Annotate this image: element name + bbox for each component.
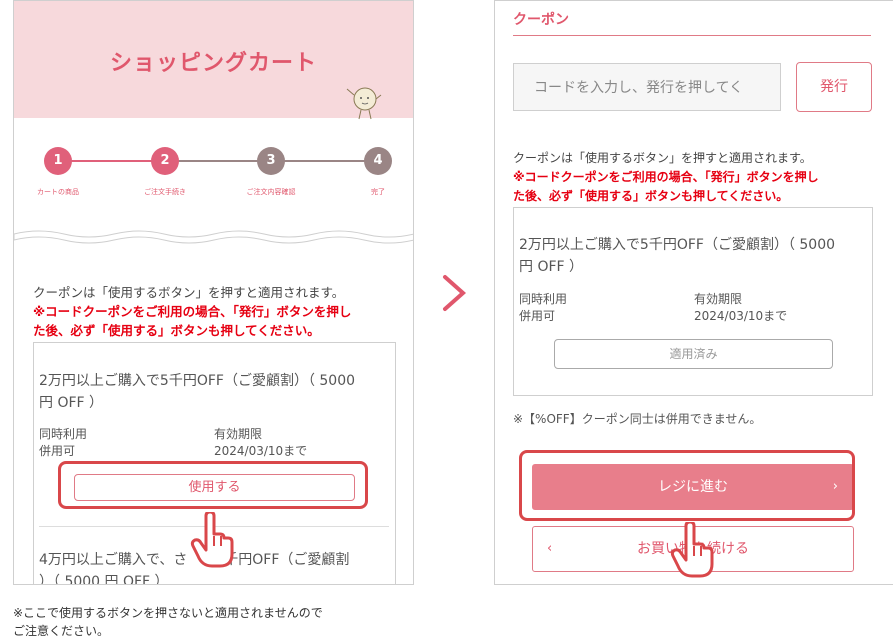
- coupon-title: 2万円以上ご購入で5千円OFF（ご愛顧割）（ 5000 円 OFF ）: [519, 234, 835, 278]
- instruction-text: クーポンは「使用するボタン」を押すと適用されます。: [33, 285, 345, 300]
- footnote-line1: ※ここで使用するボタンを押さないと適用されませんので: [13, 606, 323, 620]
- step-1: 1: [44, 147, 72, 175]
- coupon-title: 2万円以上ご購入で5千円OFF（ご愛顧割）（ 5000 円 OFF ）: [39, 370, 355, 414]
- combo-label: 同時利用: [519, 292, 568, 306]
- coupon-title-line1: 2万円以上ご購入で5千円OFF（ご愛顧割）（ 5000: [519, 237, 836, 253]
- checkout-button-highlight: [519, 450, 855, 521]
- coupon2-title-line2: ）（ 5000 円 OFF ）: [39, 574, 169, 585]
- expiry-info: 有効期限 2024/03/10まで: [694, 291, 787, 325]
- footnote: ※ここで使用するボタンを押さないと適用されませんので ご注意ください。: [13, 604, 323, 640]
- mascot-icon: [346, 87, 382, 120]
- combo-label: 同時利用: [39, 427, 88, 441]
- use-button-highlight: [58, 461, 368, 509]
- cart-header: ショッピングカート: [14, 1, 413, 120]
- warning-text-1: ※コードクーポンをご利用の場合、「発行」ボタンを押し: [513, 170, 819, 184]
- step-2: 2: [151, 147, 179, 175]
- warning-text-1: ※コードクーポンをご利用の場合、「発行」ボタンを押し: [33, 304, 352, 319]
- coupon-instructions: クーポンは「使用するボタン」を押すと適用されます。 ※コードクーポンをご利用の場…: [513, 149, 819, 206]
- combo-value: 併用可: [39, 444, 76, 458]
- chevron-left-icon: ‹: [547, 541, 553, 556]
- step-4: 4: [364, 147, 392, 175]
- warning-text-2: た後、必ず「使用する」ボタンも押してください。: [33, 323, 320, 338]
- step-3: 3: [257, 147, 285, 175]
- expiry-info: 有効期限 2024/03/10まで: [214, 426, 307, 460]
- step-2-label: ご注文手続き: [144, 188, 186, 196]
- footnote-line2: ご注意ください。: [13, 624, 110, 638]
- expiry-label: 有効期限: [694, 292, 743, 306]
- applied-button: 適用済み: [554, 339, 833, 369]
- coupon-card: 2万円以上ご購入で5千円OFF（ご愛顧割）（ 5000 円 OFF ） 同時利用…: [513, 207, 873, 396]
- chevron-right-icon: [443, 275, 467, 311]
- combo-info: 同時利用 併用可: [39, 426, 87, 460]
- page-title: ショッピングカート: [109, 51, 317, 76]
- coupon-section-title: クーポン: [513, 12, 569, 28]
- expiry-label: 有効期限: [214, 427, 263, 441]
- warning-text-2: た後、必ず「使用する」ボタンも押してください。: [513, 189, 789, 203]
- step-1-label: カートの商品: [37, 188, 79, 196]
- step-3-label: ご注文内容確認: [246, 188, 296, 196]
- coupon-instructions: クーポンは「使用するボタン」を押すと適用されます。 ※コードクーポンをご利用の場…: [33, 283, 351, 340]
- expiry-value: 2024/03/10まで: [694, 309, 788, 323]
- coupon-title-line2: 円 OFF ）: [519, 259, 584, 275]
- wavy-divider: [14, 230, 413, 244]
- section-divider: [513, 35, 871, 36]
- combo-notice: ※【%OFF】クーポン同士は併用できません。: [513, 412, 762, 426]
- combo-value: 併用可: [519, 309, 556, 323]
- coupon-title-line2: 円 OFF ）: [39, 395, 104, 411]
- instruction-text: クーポンは「使用するボタン」を押すと適用されます。: [513, 151, 812, 165]
- coupon-title-line1: 2万円以上ご購入で5千円OFF（ご愛顧割）（ 5000: [39, 373, 356, 389]
- coupon-code-input[interactable]: コードを入力し、発行を押してく: [513, 63, 781, 111]
- pointing-hand-icon: [670, 522, 714, 578]
- expiry-value: 2024/03/10まで: [214, 444, 308, 458]
- issue-button[interactable]: 発行: [796, 62, 872, 112]
- pointing-hand-icon: [190, 512, 234, 568]
- combo-info: 同時利用 併用可: [519, 291, 567, 325]
- step-4-label: 完了: [371, 188, 385, 196]
